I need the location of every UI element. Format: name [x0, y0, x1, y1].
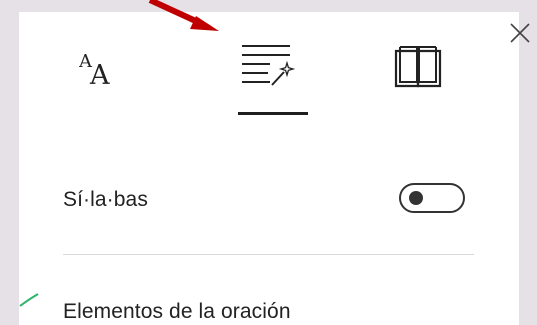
text-size-icon: A A: [79, 51, 110, 91]
immersive-reader-options-panel: A A Sí·la·bas Elementos de la oración: [19, 12, 530, 325]
parts-of-speech-label: Elementos de la oración: [63, 300, 291, 323]
selected-tab-indicator: [238, 112, 308, 115]
screenshot-stage: A A Sí·la·bas Elementos de la oración: [0, 0, 537, 325]
tab-grammar-options[interactable]: [232, 42, 312, 118]
grammar-options-icon: [242, 45, 296, 86]
divider: [63, 254, 474, 255]
svg-text:A: A: [89, 60, 110, 91]
tab-reading-preferences[interactable]: [389, 42, 469, 118]
tab-text-size[interactable]: A A: [79, 42, 159, 118]
close-button[interactable]: [507, 20, 533, 46]
toggle-knob: [409, 191, 423, 205]
close-icon: [510, 23, 530, 43]
syllables-label: Sí·la·bas: [63, 188, 148, 211]
syllables-toggle[interactable]: [399, 183, 465, 213]
reading-preferences-icon: [394, 46, 442, 88]
